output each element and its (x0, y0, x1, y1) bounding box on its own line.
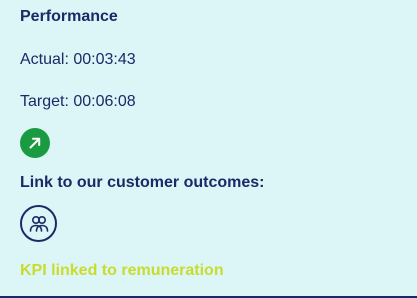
actual-time: Actual: 00:03:43 (20, 51, 136, 68)
customers-icon-badge (20, 205, 57, 242)
performance-title: Performance (20, 8, 118, 25)
target-time: Target: 00:06:08 (20, 93, 136, 110)
trend-up-badge (20, 128, 50, 158)
customer-outcomes-label: Link to our customer outcomes: (20, 174, 265, 191)
arrow-up-right-icon (29, 137, 41, 149)
customers-icon (29, 215, 48, 232)
kpi-remuneration-label: KPI linked to remuneration (20, 262, 224, 279)
performance-card: Performance Actual: 00:03:43 Target: 00:… (0, 0, 417, 298)
